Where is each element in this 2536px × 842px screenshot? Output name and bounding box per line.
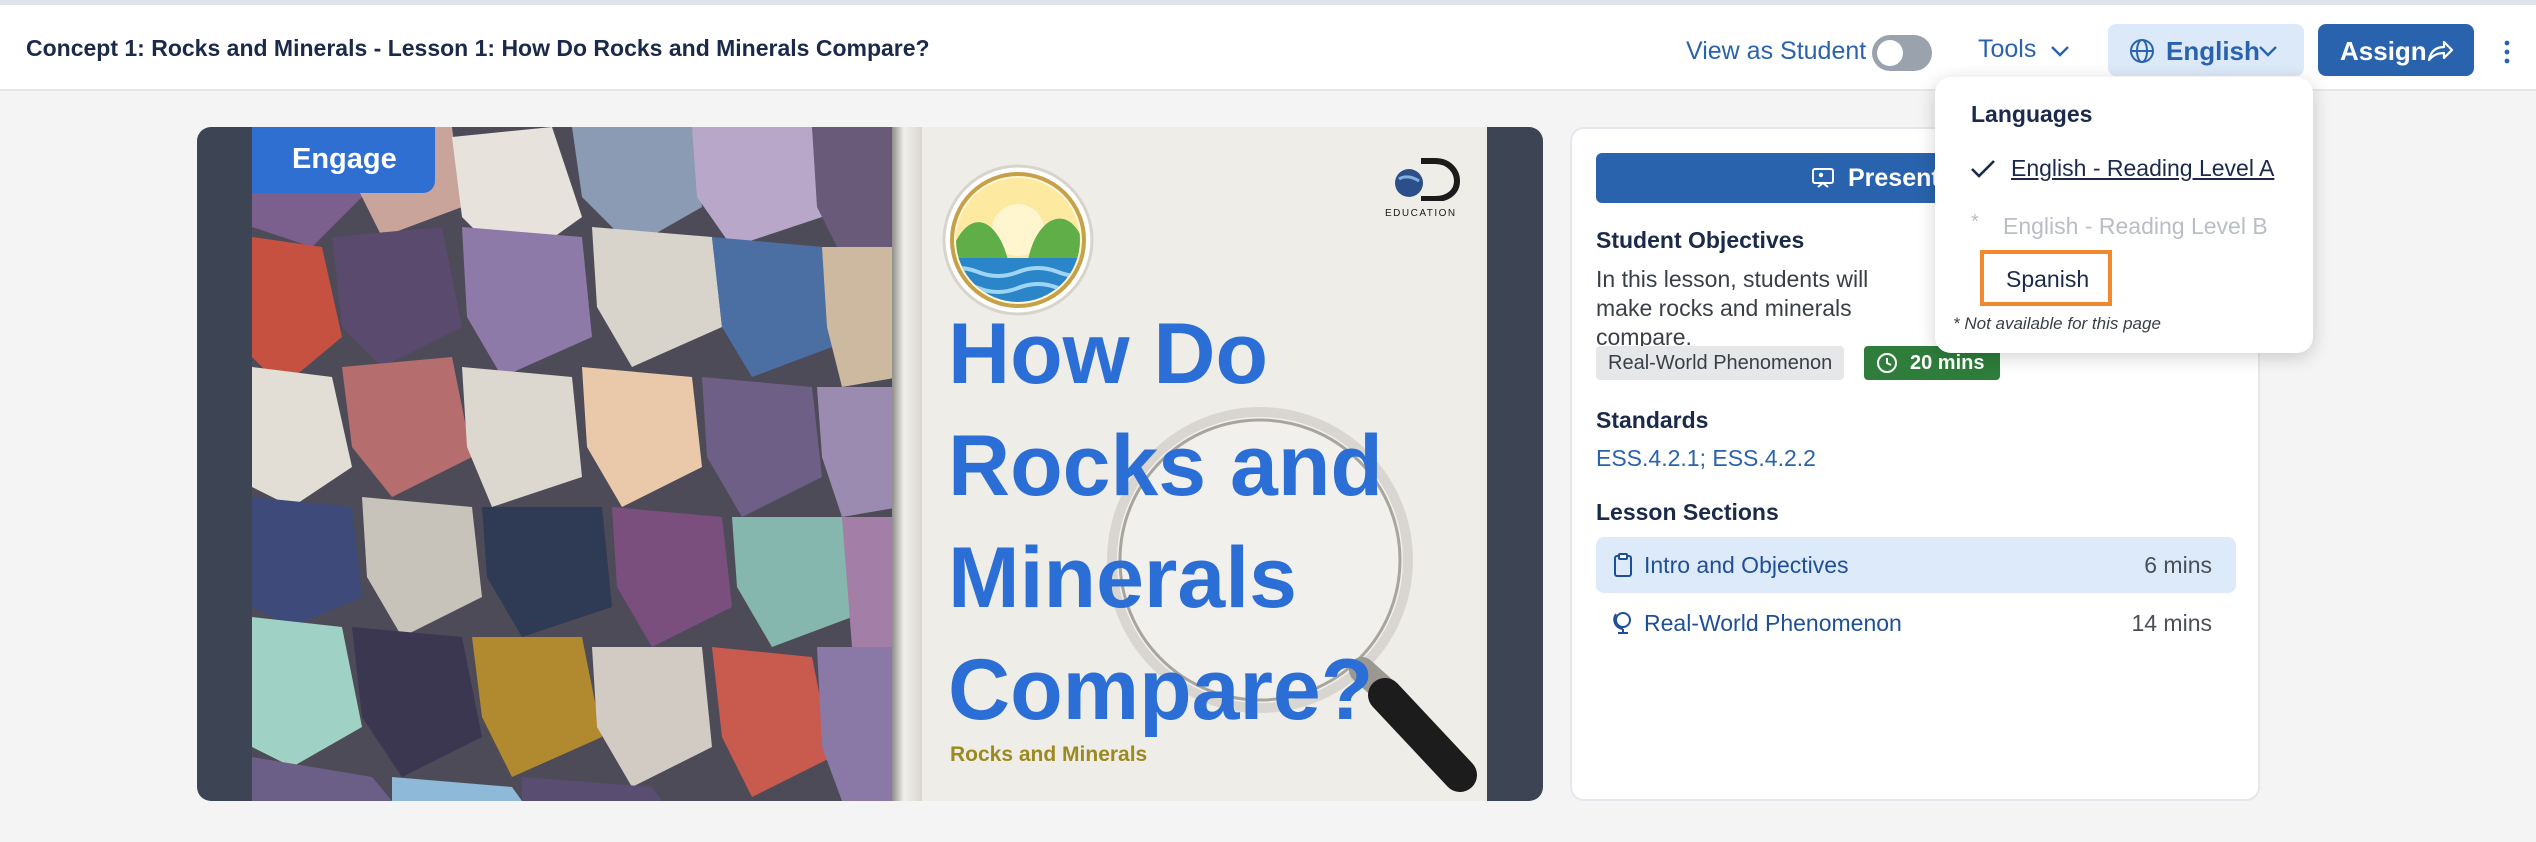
- language-label: English: [2166, 36, 2260, 66]
- engage-badge: Engage: [252, 127, 435, 193]
- assign-label: Assign: [2340, 36, 2427, 66]
- more-options-icon[interactable]: [2502, 39, 2512, 65]
- cover-title-line: Compare?: [948, 642, 1374, 738]
- phenomenon-tag: Real-World Phenomenon: [1596, 346, 1845, 380]
- chevron-down-icon: [2259, 46, 2277, 57]
- language-button[interactable]: English: [2108, 24, 2304, 76]
- cover-title-line: Minerals: [948, 530, 1297, 626]
- cover-subject: Rocks and Minerals: [950, 743, 1148, 766]
- book-spine: [892, 127, 922, 801]
- standard-link[interactable]: ESS.4.2.2: [1712, 445, 1816, 471]
- engage-label: Engage: [292, 143, 397, 175]
- present-icon: [1812, 168, 1834, 188]
- section-row-intro[interactable]: Intro and Objectives 6 mins: [1596, 537, 2236, 593]
- share-arrow-icon: [2427, 40, 2454, 62]
- toggle-knob: [1877, 40, 1903, 66]
- section-row-phenomenon[interactable]: Real-World Phenomenon 14 mins: [1596, 595, 2236, 651]
- section-label: Real-World Phenomenon: [1644, 610, 1902, 636]
- standards-separator: ;: [1699, 445, 1706, 471]
- chevron-down-icon[interactable]: [2048, 39, 2072, 63]
- language-dropdown: Languages English - Reading Level A * En…: [1935, 77, 2313, 353]
- view-as-student-label[interactable]: View as Student: [1686, 37, 1866, 66]
- dropdown-title: Languages: [1971, 101, 2093, 127]
- objectives-text: In this lesson, students will make rocks…: [1596, 266, 1869, 350]
- clipboard-icon: [1614, 553, 1632, 577]
- discovery-logo-icon: [1395, 158, 1461, 202]
- view-as-student-toggle[interactable]: [1872, 35, 1932, 71]
- assign-button[interactable]: Assign: [2318, 24, 2474, 76]
- section-label: Intro and Objectives: [1644, 552, 1849, 578]
- cover-title-line: How Do: [948, 306, 1269, 402]
- rocks-photo: [252, 127, 900, 801]
- discovery-education-logo: EDUCATION: [1385, 157, 1465, 221]
- standards-heading: Standards: [1596, 407, 1709, 433]
- standards-links: ESS.4.2.1; ESS.4.2.2: [1596, 445, 1816, 472]
- lesson-sections-heading: Lesson Sections: [1596, 499, 1779, 525]
- page-title: Concept 1: Rocks and Minerals - Lesson 1…: [26, 35, 930, 61]
- spanish-label: Spanish: [2006, 266, 2090, 292]
- section-time: 14 mins: [2131, 610, 2212, 636]
- cover-title-line: Rocks and: [948, 418, 1383, 514]
- unavailable-marker: *: [1971, 211, 1979, 233]
- lesson-emblem-icon: [942, 164, 1094, 316]
- check-icon: [1971, 160, 1995, 178]
- duration-label: 20 mins: [1910, 352, 1985, 374]
- globe-icon: [2130, 39, 2154, 63]
- availability-note: * Not available for this page: [1953, 314, 2161, 333]
- language-option-english-a[interactable]: English - Reading Level A: [2011, 155, 2274, 182]
- section-time: 6 mins: [2144, 552, 2212, 578]
- clock-icon: [1877, 353, 1897, 373]
- objectives-heading: Student Objectives: [1596, 227, 1805, 253]
- tools-menu-button[interactable]: Tools: [1978, 35, 2036, 64]
- language-option-spanish[interactable]: Spanish: [1980, 250, 2112, 306]
- standard-link[interactable]: ESS.4.2.1: [1596, 445, 1700, 471]
- language-option-english-b: English - Reading Level B: [2003, 213, 2268, 239]
- cover-title: How Do Rocks and Minerals Compare?: [948, 298, 1383, 746]
- discovery-logo-text: EDUCATION: [1385, 208, 1457, 219]
- globe-stand-icon: [1613, 612, 1631, 634]
